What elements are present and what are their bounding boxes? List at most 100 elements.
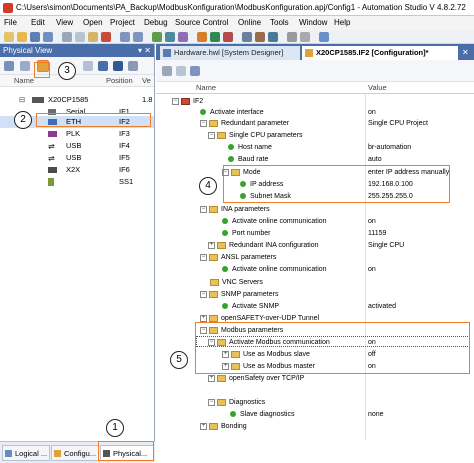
undo-icon[interactable] xyxy=(120,32,130,42)
watch-icon[interactable] xyxy=(255,32,265,42)
grid-row-bonding[interactable]: + Bonding xyxy=(200,421,247,432)
view-options-icon[interactable] xyxy=(128,61,138,71)
build-icon[interactable] xyxy=(152,32,162,42)
grid-row-name: Redundant INA configuration xyxy=(229,242,319,249)
find-icon[interactable] xyxy=(287,32,297,42)
save-all-icon[interactable] xyxy=(43,32,53,42)
replace-icon[interactable] xyxy=(300,32,310,42)
expand-icon[interactable]: + xyxy=(208,374,215,382)
collapse-icon[interactable]: − xyxy=(200,205,207,213)
grid-value-port-number[interactable]: 11159 xyxy=(368,228,386,239)
rebuild-icon[interactable] xyxy=(165,32,175,42)
expand-all-icon[interactable] xyxy=(190,66,200,76)
grid-value-ansl-activate-online[interactable]: on xyxy=(368,264,376,275)
grid-value-ina-activate-online[interactable]: on xyxy=(368,216,376,227)
menu-view[interactable]: View xyxy=(56,16,73,30)
network-icon[interactable] xyxy=(113,61,123,71)
grid-row-snmp-parameters[interactable]: − SNMP parameters xyxy=(200,289,278,300)
menu-open[interactable]: Open xyxy=(83,16,103,30)
grid-row-baud-rate[interactable]: Baud rate xyxy=(228,154,268,165)
grid-row-redundant-parameter[interactable]: − Redundant parameter xyxy=(200,118,289,129)
grid-row-vnc-servers[interactable]: VNC Servers xyxy=(210,277,263,288)
menu-edit[interactable]: Edit xyxy=(31,16,45,30)
open-folder-icon[interactable] xyxy=(17,32,27,42)
tab-hardware-hwl[interactable]: Hardware.hwl [System Designer] xyxy=(160,46,300,60)
monitor-icon[interactable] xyxy=(197,32,207,42)
grid-value-activate-snmp[interactable]: activated xyxy=(368,301,396,312)
io-mapping-icon[interactable] xyxy=(83,61,93,71)
tab-logical-view[interactable]: Logical ... xyxy=(2,445,50,461)
expand-icon[interactable]: + xyxy=(200,422,207,430)
delete-icon[interactable] xyxy=(101,32,111,42)
grid-row-opensafety-tcp[interactable]: + openSafety over TCP/IP xyxy=(208,373,304,384)
grid-row-host-name[interactable]: Host name xyxy=(228,142,272,153)
close-icon[interactable]: ✕ xyxy=(462,46,469,60)
tree-row-x20cp1585[interactable]: ⊟ X20CP1585 1.8 xyxy=(0,94,154,106)
save-icon[interactable] xyxy=(30,32,40,42)
collapse-icon[interactable]: − xyxy=(200,290,207,298)
collapse-icon[interactable]: − xyxy=(200,253,207,261)
tree-row-usb-1[interactable]: ⇌ USB IF4 xyxy=(0,140,154,152)
online-icon[interactable] xyxy=(210,32,220,42)
grid-value-baud-rate[interactable]: auto xyxy=(368,154,382,165)
add-hardware-icon[interactable] xyxy=(4,61,14,71)
menu-debug[interactable]: Debug xyxy=(144,16,168,30)
menu-project[interactable]: Project xyxy=(110,16,135,30)
expand-icon[interactable]: + xyxy=(208,241,215,249)
help-icon[interactable] xyxy=(319,32,329,42)
menu-help[interactable]: Help xyxy=(334,16,350,30)
collapse-icon[interactable]: ⊟ xyxy=(19,94,25,106)
pin-icon[interactable]: ▾ ✕ xyxy=(138,44,151,57)
grid-row-ansl-parameters[interactable]: − ANSL parameters xyxy=(200,252,276,263)
grid-row-ina-parameters[interactable]: − INA parameters xyxy=(200,204,270,215)
grid-value-host-name[interactable]: br-automation xyxy=(368,142,411,153)
properties-icon[interactable] xyxy=(20,61,30,71)
filter-icon[interactable] xyxy=(176,66,186,76)
grid-row-port-number[interactable]: Port number xyxy=(222,228,271,239)
grid-row-activate-interface[interactable]: Activate interface xyxy=(200,107,264,118)
grid-value-activate-interface[interactable]: on xyxy=(368,107,376,118)
tree-row-ss1[interactable]: SS1 xyxy=(0,176,154,188)
settings-icon[interactable] xyxy=(242,32,252,42)
collapse-icon[interactable]: − xyxy=(200,119,207,127)
redo-icon[interactable] xyxy=(133,32,143,42)
offline-icon[interactable] xyxy=(223,32,233,42)
new-project-icon[interactable] xyxy=(4,32,14,42)
physical-view-column-header: Name Position Ve xyxy=(0,75,154,87)
transfer-icon[interactable] xyxy=(178,32,188,42)
menu-online[interactable]: Online xyxy=(238,16,261,30)
grid-value-redundant-parameter[interactable]: Single CPU Project xyxy=(368,118,428,129)
sort-icon[interactable] xyxy=(162,66,172,76)
paste-icon[interactable] xyxy=(88,32,98,42)
tab-x20cp1585-if2-configuration[interactable]: X20CP1585.IF2 [Configuration]* xyxy=(302,46,458,60)
device-icon[interactable] xyxy=(98,61,108,71)
tree-row-usb-2[interactable]: ⇌ USB IF5 xyxy=(0,152,154,164)
grid-value-redundant-ina[interactable]: Single CPU xyxy=(368,240,404,251)
copy-icon[interactable] xyxy=(75,32,85,42)
grid-row-ansl-activate-online[interactable]: Activate online communication xyxy=(222,264,327,275)
tree-row-x2x[interactable]: X2X IF6 xyxy=(0,164,154,176)
expand-icon[interactable]: + xyxy=(200,314,207,322)
menu-bar: File Edit View Open Project Debug Source… xyxy=(0,16,474,30)
menu-file[interactable]: File xyxy=(4,16,17,30)
menu-source-control[interactable]: Source Control xyxy=(175,16,228,30)
menu-tools[interactable]: Tools xyxy=(270,16,289,30)
grid-row-slave-diagnostics[interactable]: Slave diagnostics xyxy=(230,409,294,420)
tree-row-plk[interactable]: PLK IF3 xyxy=(0,128,154,140)
grid-row-redundant-ina[interactable]: + Redundant INA configuration xyxy=(208,240,319,251)
grid-row-single-cpu-parameters[interactable]: − Single CPU parameters xyxy=(208,130,303,141)
collapse-icon[interactable]: − xyxy=(172,97,179,105)
grid-value-slave-diagnostics[interactable]: none xyxy=(368,409,384,420)
cut-icon[interactable] xyxy=(62,32,72,42)
folder-icon xyxy=(209,422,218,430)
grid-row-if2[interactable]: − IF2 xyxy=(172,96,203,107)
grid-row-activate-snmp[interactable]: Activate SNMP xyxy=(222,301,279,312)
grid-row-diagnostics[interactable]: − Diagnostics xyxy=(208,397,265,408)
grid-row-ina-activate-online[interactable]: Activate online communication xyxy=(222,216,327,227)
configuration-grid-header: Name Value xyxy=(156,82,474,94)
collapse-icon[interactable]: − xyxy=(208,398,215,406)
collapse-icon[interactable]: − xyxy=(208,131,215,139)
tab-configuration-view[interactable]: Configu... xyxy=(51,445,99,461)
trace-icon[interactable] xyxy=(268,32,278,42)
menu-window[interactable]: Window xyxy=(299,16,327,30)
